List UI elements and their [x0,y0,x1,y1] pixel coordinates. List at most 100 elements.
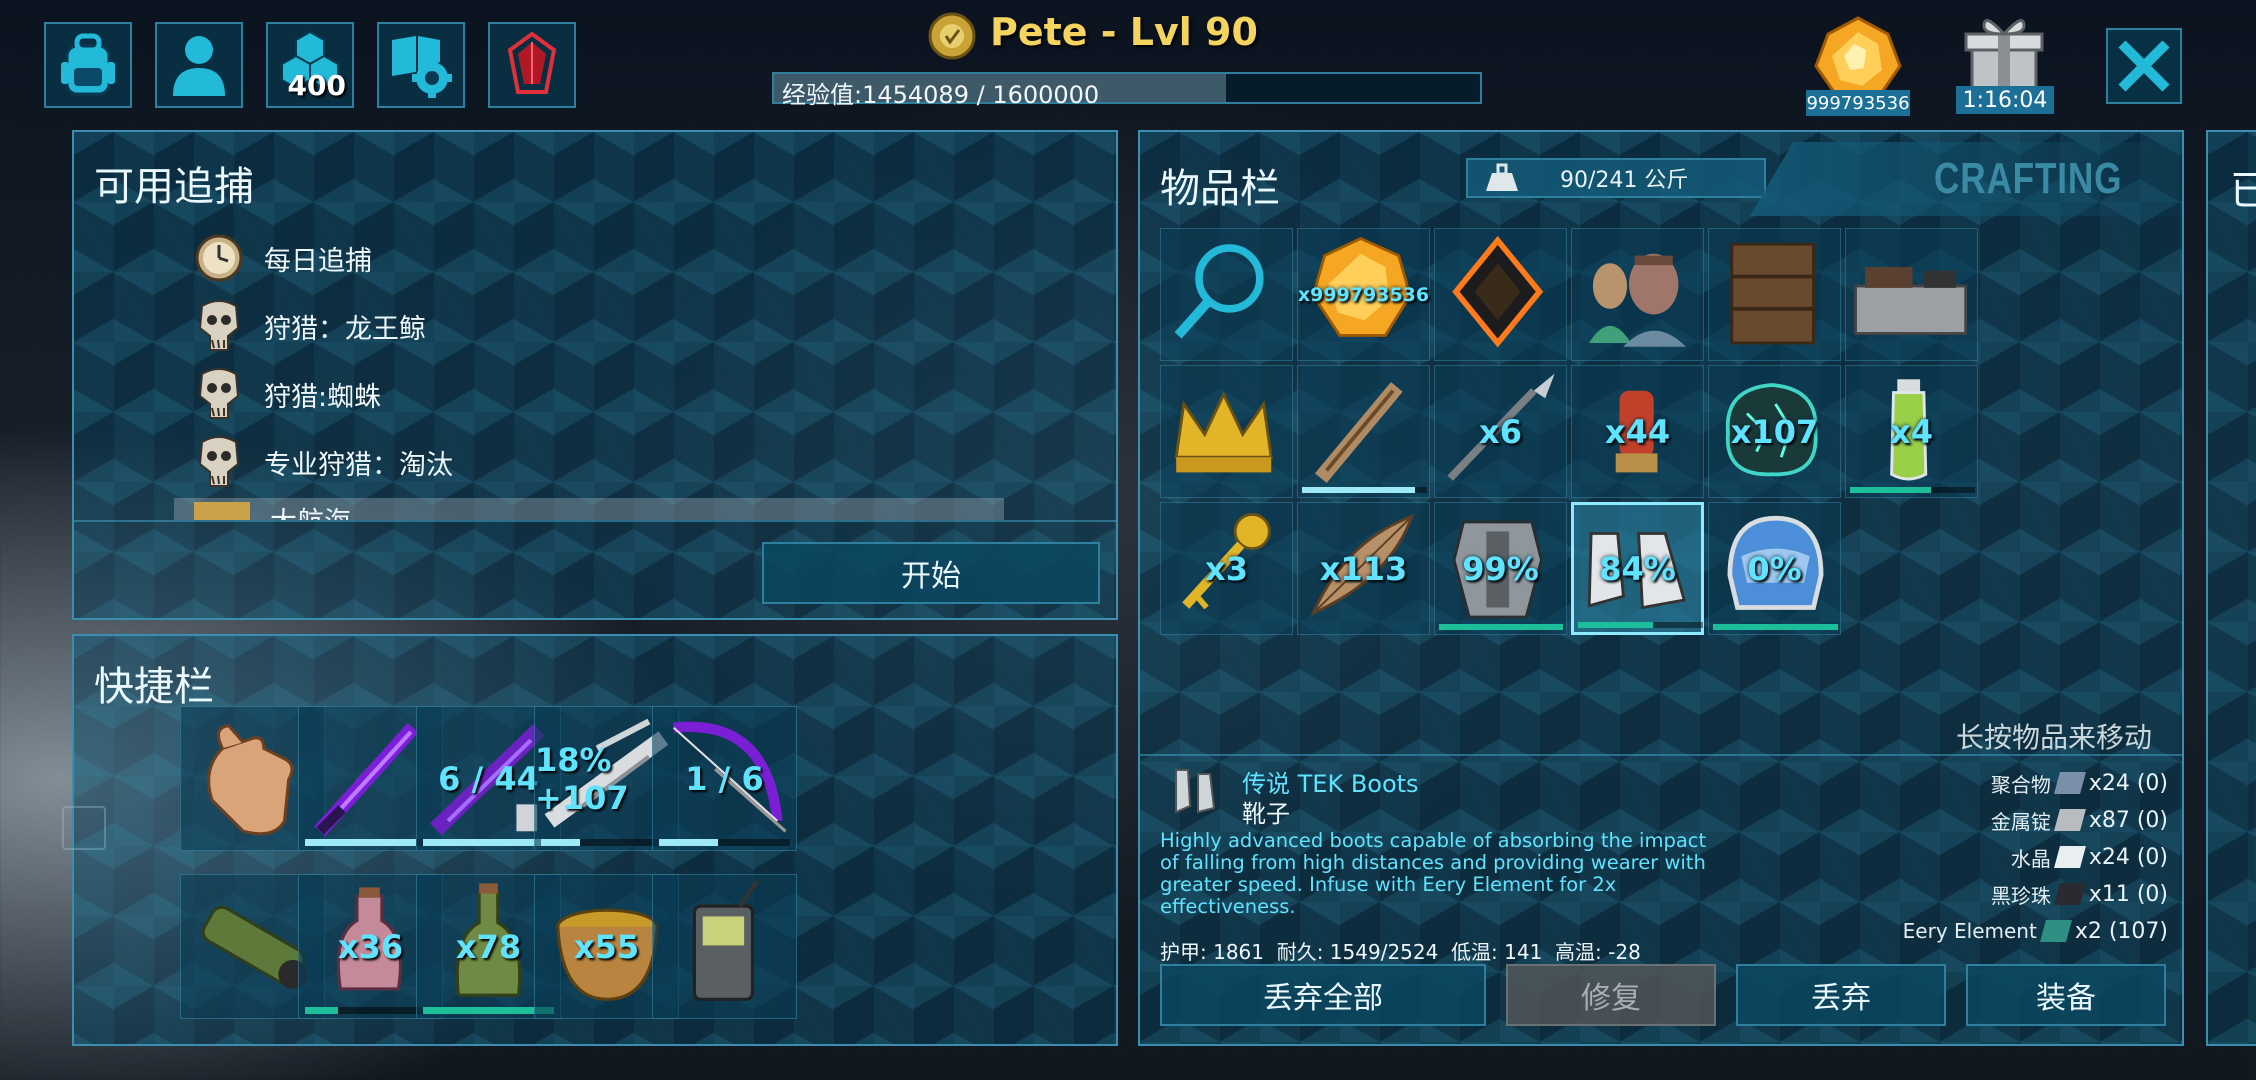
tek-implant-icon [1452,235,1544,348]
hunt-item[interactable]: 狩猎:蜘蛛 [194,364,381,424]
move-hint: 长按物品来移动 [1955,721,2152,754]
skull-icon [194,436,244,487]
hunt-label: 专业狩猎：淘汰 [264,449,453,481]
weight-text: 90/241 公斤 [1560,168,1689,193]
inventory-slot[interactable]: x999793536 [1297,228,1430,361]
drop-all-button[interactable]: 丢弃全部 [1160,964,1486,1026]
repair-button[interactable]: 修复 [1506,964,1716,1026]
hunt-item[interactable]: 每日追捕 [194,228,372,288]
hunts-panel: 可用追捕 每日追捕 狩猎：龙王鲸 狩猎:蜘蛛 专业狩猎：淘汰 大航海 开始 [72,130,1118,620]
resource-row: 黑珍珠 x11 (0) [1991,877,2168,911]
crafting-tab[interactable]: CRAFTING [1750,142,2182,216]
level-badge-icon [928,12,976,60]
gift-button[interactable]: 1:16:04 [1954,12,2056,114]
durability-bar [1713,624,1838,630]
amber-currency[interactable]: 999793536 [1806,14,1910,116]
inventory-slot[interactable]: x4 [1845,365,1978,498]
slot-quantity: x3 [1205,549,1248,588]
player-title: Pete - Lvl 90 [990,10,1258,54]
map-icon [194,502,250,520]
backpack-icon [61,33,115,96]
torch-icon [1314,382,1403,483]
slot-quantity: x113 [1319,549,1408,588]
durability-bar [659,839,790,846]
hunt-label: 狩猎：龙王鲸 [264,313,426,345]
inventory-search-slot[interactable] [1160,228,1293,361]
inventory-slot[interactable]: x3 [1160,502,1293,635]
close-button[interactable] [2106,28,2182,104]
currency-amount: 999793536 [1806,90,1910,116]
slot-quantity: 99% [1462,549,1539,588]
resource-row: Eery Element x2 (107) [1903,914,2168,948]
person-icon [173,36,225,96]
inventory-slot[interactable] [1708,228,1841,361]
resource-label: 聚合物 [1990,772,2051,797]
inventory-slot[interactable] [1571,228,1704,361]
start-hunt-button[interactable]: 开始 [762,542,1100,604]
tek-tab[interactable] [488,22,576,108]
weight-indicator: 90/241 公斤 [1466,158,1766,198]
remote-title-fragment: 已 [2230,168,2256,214]
inventory-slot[interactable] [1434,228,1567,361]
equip-button[interactable]: 装备 [1966,964,2166,1026]
resource-label: Eery Element [1902,919,2037,943]
item-stats: 护甲: 1861 耐久: 1549/2524 低温: 141 高温: -28 [1160,940,1641,964]
durability-bar [1439,624,1564,630]
hotbar-slot[interactable] [652,874,797,1019]
slot-quantity: 0% [1747,549,1802,588]
resource-value: x2 (107) [2074,918,2168,944]
inventory-panel: 物品栏 90/241 公斤 CRAFTING x999793536 x6 x44 x1… [1138,130,2184,1046]
item-description: Highly advanced boots capable of absorbi… [1160,829,1707,918]
crown-icon [1174,391,1273,473]
drop-button[interactable]: 丢弃 [1736,964,1946,1026]
kitchen-icon [1854,267,1968,335]
repair-resources: 聚合物 x24 (0) 金属锭 x87 (0) 水晶 x24 (0) 黑珍珠 x11 (0) E… [1808,766,2168,946]
hunts-title: 可用追捕 [94,164,254,210]
inventory-slot[interactable] [1297,365,1430,498]
inventory-slot[interactable]: x44 [1571,365,1704,498]
hunt-item[interactable]: 狩猎：龙王鲸 [194,296,426,356]
xp-text: 经验值:1454089 / 1600000 [782,81,1100,109]
slot-quantity: 84% [1599,549,1676,588]
inventory-slot[interactable]: x107 [1708,365,1841,498]
element-icon [2039,920,2072,942]
resource-value: x11 (0) [2088,881,2168,907]
durability-bar [1850,487,1975,493]
hunt-label: 狩猎:蜘蛛 [264,381,382,413]
resource-row: 金属锭 x87 (0) [1991,803,2168,837]
engrams-tab[interactable]: 400 [266,22,354,108]
inventory-tab[interactable] [44,22,132,108]
inventory-slot[interactable]: x113 [1297,502,1430,635]
resource-value: x24 (0) [2088,844,2168,870]
inventory-slot[interactable] [1160,365,1293,498]
slot-quantity: x44 [1604,412,1671,451]
hunt-item[interactable]: 大航海 [174,498,1004,520]
crystal-icon [2053,846,2086,868]
inventory-slot[interactable]: 84% [1571,502,1704,635]
divider [74,520,1116,522]
hunt-item[interactable]: 专业狩猎：淘汰 [194,432,453,492]
inventory-slot[interactable] [1845,228,1978,361]
settings-tab[interactable] [377,22,465,108]
red-crystal-icon [507,32,557,94]
resource-value: x24 (0) [2088,770,2168,796]
resource-label: 黑珍珠 [1990,883,2051,908]
character-faces-icon [1589,253,1686,347]
side-handle[interactable] [62,806,106,850]
durability-bar [1578,622,1703,628]
inventory-slot[interactable]: 99% [1434,502,1567,635]
character-tab[interactable] [155,22,243,108]
engram-points-badge: 400 [287,69,346,102]
slot-quantity: x107 [1730,412,1819,451]
shelf-icon [1730,242,1815,345]
inventory-slot[interactable]: x6 [1434,365,1567,498]
resource-label: 水晶 [2010,846,2051,871]
slot-quantity: 1 / 6 [685,759,764,798]
book-gear-icon [392,36,452,98]
gift-timer: 1:16:04 [1956,86,2054,114]
hotbar-slot[interactable]: 1 / 6 [652,706,797,851]
item-type: 靴子 [1242,800,1290,828]
hunt-label: 大航海 [270,500,351,520]
inventory-slot[interactable]: 0% [1708,502,1841,635]
hotbar-panel: 快捷栏 6 / 44 18% +107 1 / 6 x36 x78 x55 [72,634,1118,1046]
